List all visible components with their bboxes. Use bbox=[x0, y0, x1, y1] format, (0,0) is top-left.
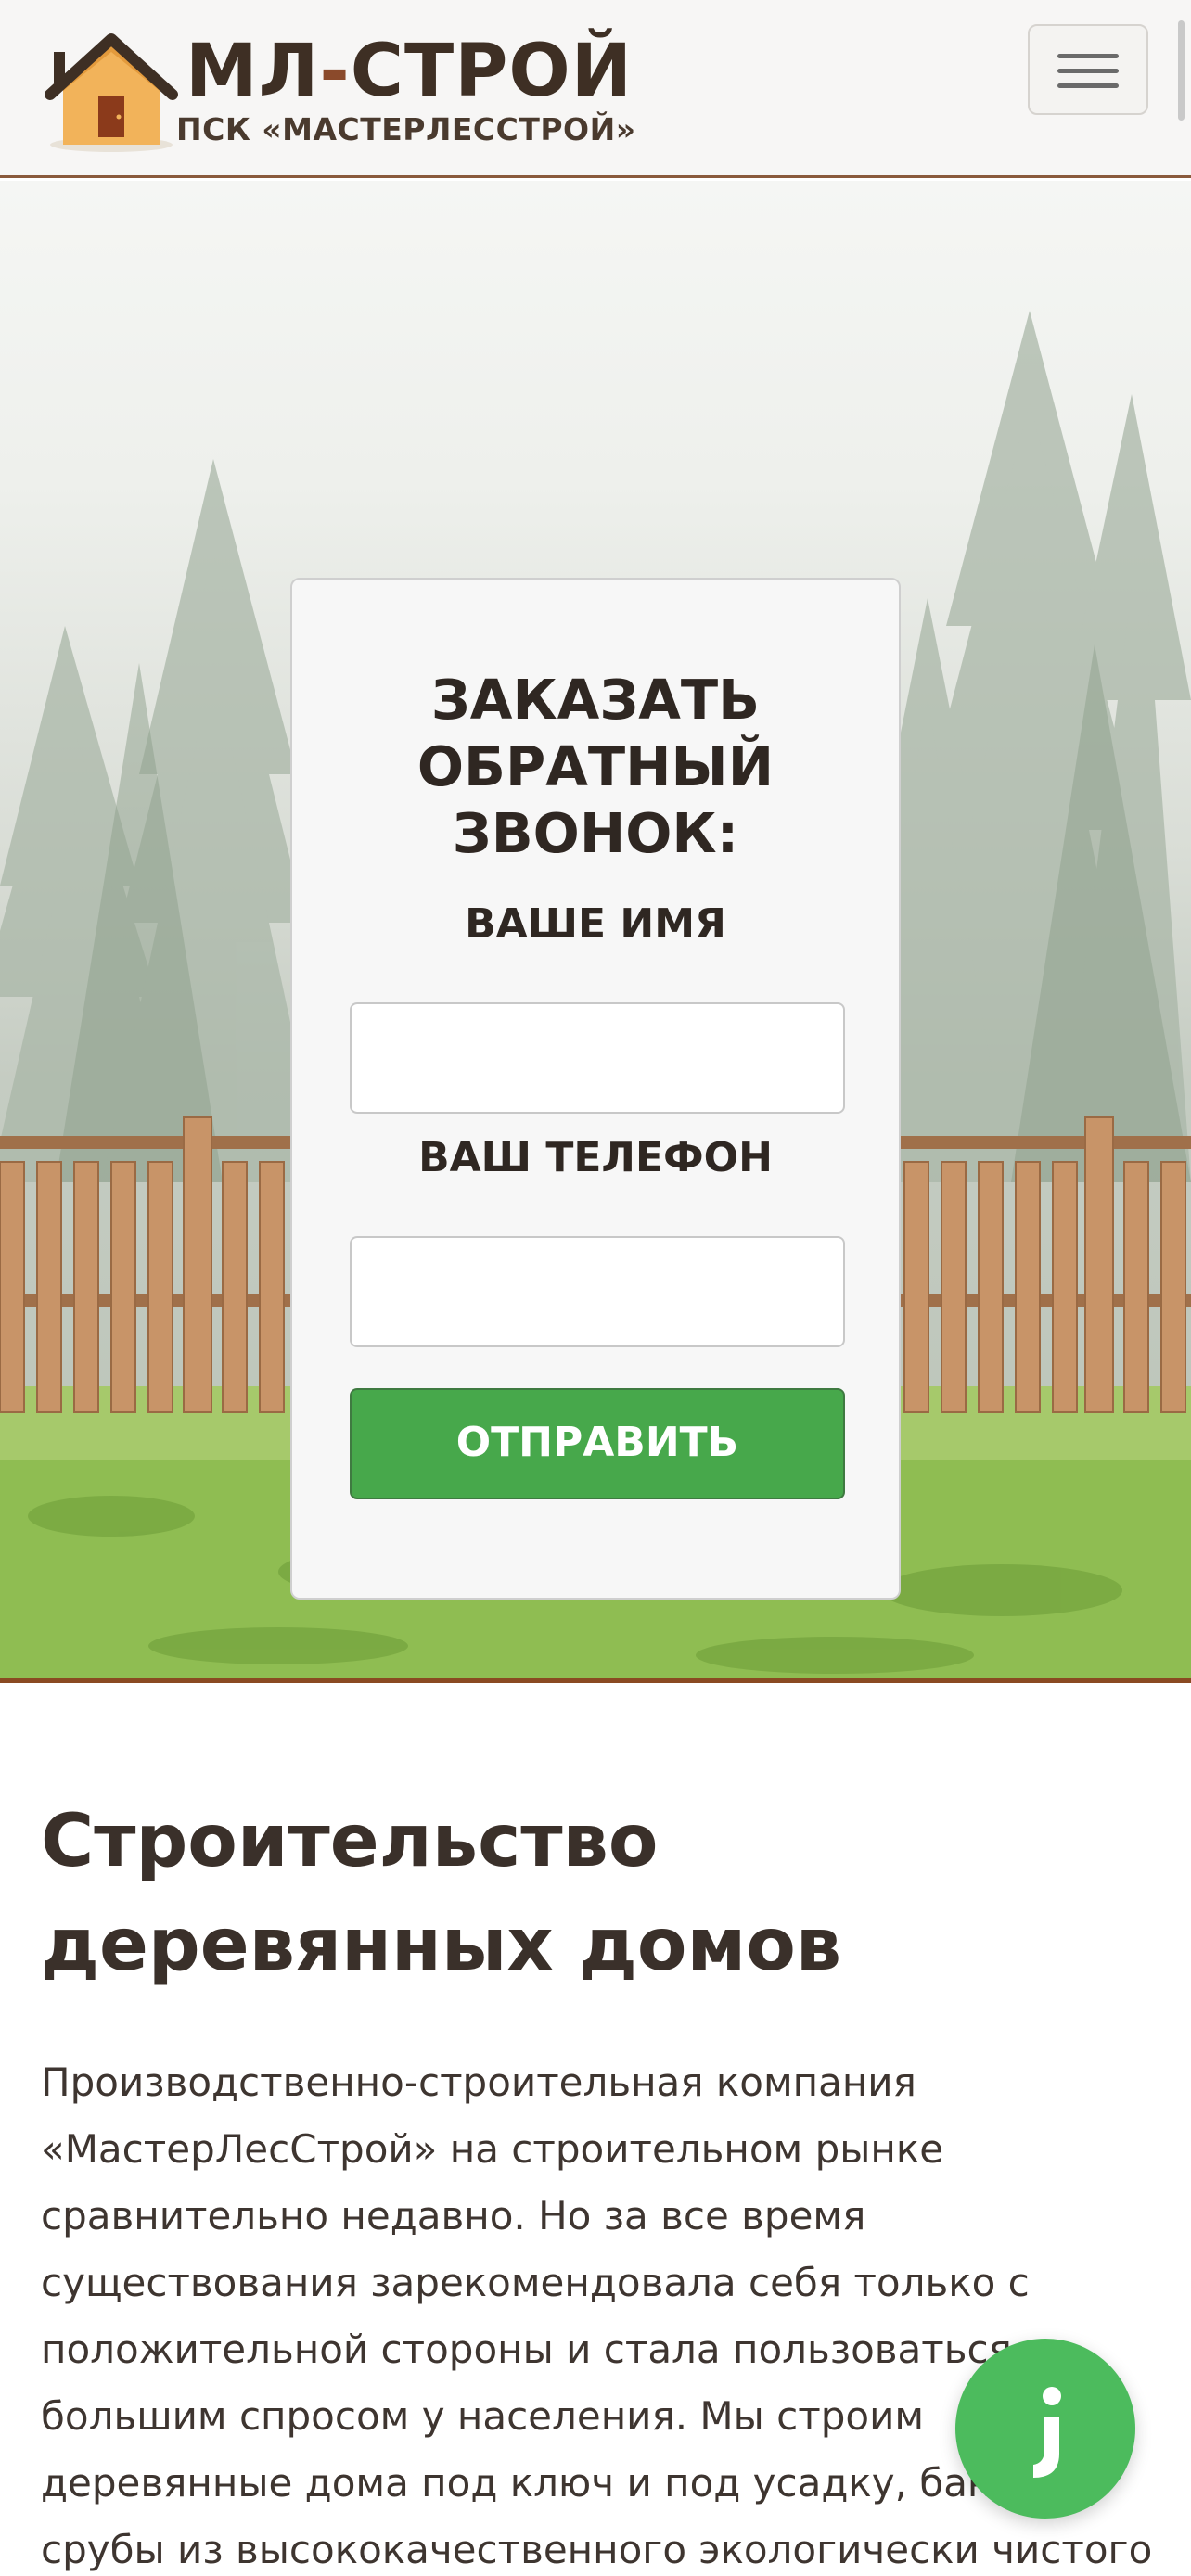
page-title: Строительство деревянных домов bbox=[41, 1800, 842, 1987]
hamburger-menu-button[interactable] bbox=[1028, 24, 1148, 115]
chat-widget-icon bbox=[1033, 2387, 1061, 2478]
callback-form-card: ЗАКАЗАТЬ ОБРАТНЫЙ ЗВОНОК: ВАШЕ ИМЯ ВАШ Т… bbox=[290, 578, 901, 1600]
logo-title-rest: СТРОЙ bbox=[350, 30, 633, 113]
site-logo[interactable]: МЛ-СТРОЙ ПСК «МАСТЕРЛЕССТРОЙ» bbox=[45, 26, 638, 156]
submit-button[interactable]: ОТПРАВИТЬ bbox=[350, 1388, 845, 1499]
callback-form-title: ЗАКАЗАТЬ ОБРАТНЫЙ ЗВОНОК: bbox=[416, 668, 775, 865]
hamburger-menu-icon-bar bbox=[1057, 54, 1119, 58]
name-input[interactable] bbox=[350, 1002, 845, 1114]
hero-banner: ЗАКАЗАТЬ ОБРАТНЫЙ ЗВОНОК: ВАШЕ ИМЯ ВАШ Т… bbox=[0, 181, 1191, 1683]
phone-field-label: ВАШ ТЕЛЕФОН bbox=[418, 1134, 773, 1181]
hamburger-menu-icon-bar bbox=[1057, 83, 1119, 88]
site-header: МЛ-СТРОЙ ПСК «МАСТЕРЛЕССТРОЙ» bbox=[0, 0, 1191, 178]
chat-widget-button[interactable] bbox=[955, 2339, 1135, 2519]
logo-title-dash: - bbox=[319, 30, 351, 113]
hamburger-menu-icon-bar bbox=[1057, 69, 1119, 73]
page-scrollbar[interactable] bbox=[1178, 20, 1185, 121]
name-field-label: ВАШЕ ИМЯ bbox=[465, 900, 726, 948]
house-logo-icon bbox=[45, 33, 178, 152]
logo-title-main: МЛ bbox=[186, 30, 320, 113]
logo-title: МЛ-СТРОЙ bbox=[186, 35, 633, 108]
logo-subtitle: ПСК «МАСТЕРЛЕССТРОЙ» bbox=[176, 111, 636, 147]
phone-input[interactable] bbox=[350, 1236, 845, 1347]
